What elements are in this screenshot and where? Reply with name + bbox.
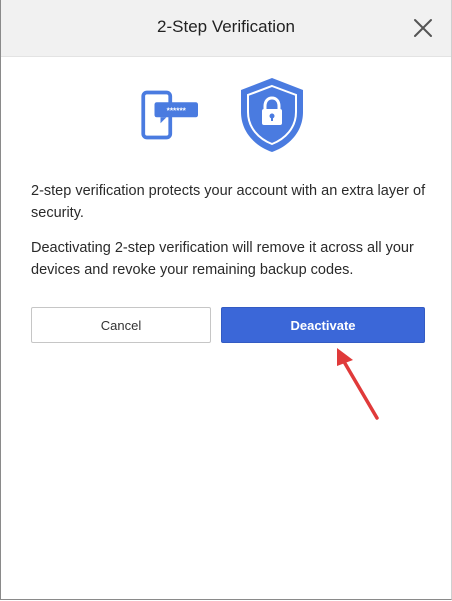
close-button[interactable] bbox=[411, 16, 435, 40]
dialog-title: 2-Step Verification bbox=[157, 17, 295, 36]
security-illustration: ****** bbox=[1, 72, 451, 156]
close-icon bbox=[414, 19, 432, 37]
deactivate-button[interactable]: Deactivate bbox=[221, 307, 425, 343]
two-step-verification-dialog: 2-Step Verification ****** 2-step verifi… bbox=[0, 0, 452, 600]
shield-lock-icon bbox=[241, 78, 303, 152]
phone-password-mask: ****** bbox=[167, 107, 187, 116]
phone-password-icon: ****** bbox=[141, 90, 198, 140]
cancel-button[interactable]: Cancel bbox=[31, 307, 211, 343]
description-paragraph: 2-step verification protects your accoun… bbox=[31, 183, 426, 221]
dialog-header: 2-Step Verification bbox=[1, 0, 451, 57]
red-arrow-annotation-icon bbox=[337, 348, 379, 420]
warning-paragraph: Deactivating 2-step verification will re… bbox=[31, 240, 414, 278]
